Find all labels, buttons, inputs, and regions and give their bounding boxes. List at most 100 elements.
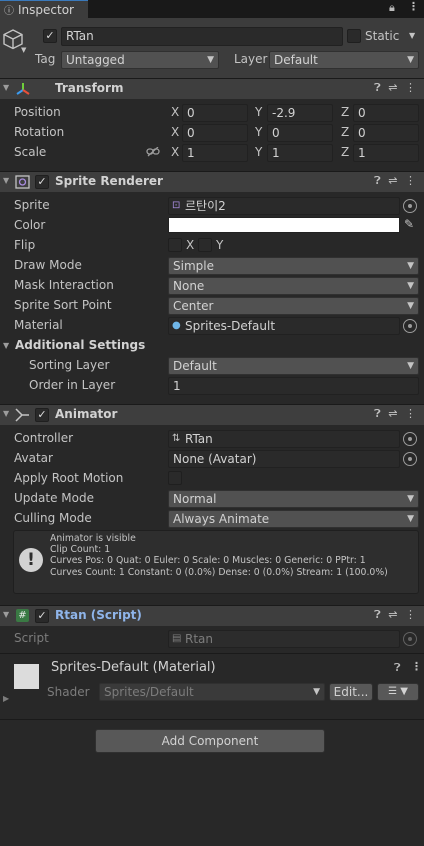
edit-shader-button[interactable]: Edit... bbox=[329, 683, 373, 701]
csharp-script-icon: # bbox=[16, 609, 29, 622]
flip-x-checkbox[interactable] bbox=[168, 238, 182, 252]
object-picker-icon bbox=[403, 632, 417, 646]
order-in-layer-field[interactable]: 1 bbox=[168, 377, 419, 395]
position-x-field[interactable]: 0 bbox=[182, 104, 248, 122]
component-tools[interactable]: ❓︎ ⇌ ⋮ bbox=[374, 174, 418, 188]
axis-z-label[interactable]: Z bbox=[341, 145, 349, 159]
icon-dropdown-arrow[interactable]: ▼ bbox=[21, 46, 26, 54]
kebab-menu-icon: ⋮ bbox=[405, 608, 418, 621]
link-icon[interactable] bbox=[146, 147, 160, 157]
foldout-arrow-icon[interactable]: ▼ bbox=[3, 610, 9, 619]
avatar-label: Avatar bbox=[14, 451, 53, 465]
axis-z-label[interactable]: Z bbox=[341, 105, 349, 119]
update-mode-dropdown[interactable]: Normal ▼ bbox=[168, 490, 419, 508]
foldout-arrow-icon[interactable]: ▼ bbox=[3, 176, 9, 185]
object-picker-icon[interactable] bbox=[403, 452, 417, 466]
info-line: Clip Count: 1 bbox=[50, 544, 111, 556]
animator-title: Animator bbox=[55, 407, 118, 421]
shader-options-button[interactable]: ☰ ▼ bbox=[377, 683, 419, 701]
scale-x-field[interactable]: 1 bbox=[182, 144, 248, 162]
object-picker-icon[interactable] bbox=[403, 432, 417, 446]
script-header[interactable]: ▼ # ✓ Rtan (Script) ❓︎ ⇌ ⋮ bbox=[0, 605, 424, 626]
eyedropper-icon[interactable]: ✎ bbox=[404, 217, 414, 231]
axis-x-label[interactable]: X bbox=[171, 145, 179, 159]
object-picker-icon[interactable] bbox=[403, 319, 417, 333]
axis-y-label[interactable]: Y bbox=[255, 125, 262, 139]
sprite-sort-point-dropdown[interactable]: Center ▼ bbox=[168, 297, 419, 315]
scale-label: Scale bbox=[14, 145, 47, 159]
layer-value: Default bbox=[274, 53, 318, 67]
sprite-field[interactable]: ⊡ 르탄이2 bbox=[168, 197, 400, 215]
additional-settings-foldout[interactable]: Additional Settings bbox=[15, 338, 145, 352]
animator-header[interactable]: ▼ ✓ Animator ❓︎ ⇌ ⋮ bbox=[0, 404, 424, 425]
foldout-arrow-icon[interactable]: ▶ bbox=[3, 694, 9, 703]
help-icon[interactable]: ❓︎ bbox=[394, 661, 401, 675]
rotation-x-field[interactable]: 0 bbox=[182, 124, 248, 142]
component-tools[interactable]: ❓︎ ⇌ ⋮ bbox=[374, 608, 418, 622]
axis-x-label[interactable]: X bbox=[171, 105, 179, 119]
axis-z-label[interactable]: Z bbox=[341, 125, 349, 139]
axis-y-label[interactable]: Y bbox=[255, 105, 262, 119]
rotation-y-field[interactable]: 0 bbox=[267, 124, 333, 142]
draw-mode-value: Simple bbox=[173, 259, 214, 273]
update-mode-value: Normal bbox=[173, 492, 217, 506]
help-icon: ❓︎ bbox=[374, 407, 383, 420]
kebab-menu-icon: ⋮ bbox=[405, 174, 418, 187]
foldout-arrow-icon[interactable]: ▼ bbox=[3, 409, 9, 418]
avatar-field[interactable]: None (Avatar) bbox=[168, 450, 400, 468]
preset-icon: ⇌ bbox=[388, 174, 400, 187]
component-tools[interactable]: ❓︎ ⇌ ⋮ bbox=[374, 407, 418, 421]
active-checkbox[interactable]: ✓ bbox=[43, 29, 57, 43]
material-label: Material bbox=[14, 318, 63, 332]
object-picker-icon[interactable] bbox=[403, 199, 417, 213]
tab-inspector[interactable]: ⓘ Inspector bbox=[0, 0, 88, 18]
help-icon: ❓︎ bbox=[374, 608, 383, 621]
sorting-layer-label: Sorting Layer bbox=[29, 358, 110, 372]
sorting-layer-dropdown[interactable]: Default ▼ bbox=[168, 357, 419, 375]
color-swatch[interactable] bbox=[168, 217, 400, 233]
static-label: Static bbox=[365, 29, 400, 43]
apply-root-motion-checkbox[interactable] bbox=[168, 471, 182, 485]
material-title: Sprites-Default (Material) bbox=[51, 660, 216, 675]
layer-dropdown[interactable]: Default ▼ bbox=[269, 51, 419, 69]
scale-z-field[interactable]: 1 bbox=[353, 144, 419, 162]
rotation-z-field[interactable]: 0 bbox=[353, 124, 419, 142]
object-name-field[interactable]: RTan bbox=[61, 27, 343, 46]
script-value: Rtan bbox=[185, 632, 214, 646]
lock-icon[interactable]: 🔒︎ bbox=[389, 1, 395, 15]
flip-y-checkbox[interactable] bbox=[198, 238, 212, 252]
transform-header[interactable]: ▼ Transform ❓︎ ⇌ ⋮ bbox=[0, 78, 424, 99]
component-tools[interactable]: ❓︎ ⇌ ⋮ bbox=[374, 81, 418, 95]
sprite-renderer-enabled-checkbox[interactable]: ✓ bbox=[35, 175, 49, 189]
culling-mode-label: Culling Mode bbox=[14, 511, 92, 525]
scale-y-field[interactable]: 1 bbox=[267, 144, 333, 162]
static-checkbox[interactable] bbox=[347, 29, 361, 43]
tab-title: Inspector bbox=[18, 3, 74, 17]
sprite-renderer-title: Sprite Renderer bbox=[55, 174, 163, 188]
material-field[interactable]: ● Sprites-Default bbox=[168, 317, 400, 335]
update-mode-label: Update Mode bbox=[14, 491, 94, 505]
culling-mode-dropdown[interactable]: Always Animate ▼ bbox=[168, 510, 419, 528]
position-y-field[interactable]: -2.9 bbox=[267, 104, 333, 122]
mask-interaction-dropdown[interactable]: None ▼ bbox=[168, 277, 419, 295]
foldout-arrow-icon[interactable]: ▼ bbox=[3, 83, 9, 92]
controller-field[interactable]: ⇅ RTan bbox=[168, 430, 400, 448]
kebab-menu-icon[interactable]: ⋮ bbox=[408, 0, 419, 13]
transform-title: Transform bbox=[55, 81, 124, 95]
kebab-menu-icon[interactable]: ⋮ bbox=[411, 660, 422, 673]
foldout-arrow-icon[interactable]: ▼ bbox=[3, 341, 9, 350]
tag-dropdown[interactable]: Untagged ▼ bbox=[61, 51, 219, 69]
static-dropdown-arrow[interactable]: ▼ bbox=[409, 31, 415, 40]
axis-y-label[interactable]: Y bbox=[255, 145, 262, 159]
position-z-field[interactable]: 0 bbox=[353, 104, 419, 122]
shader-dropdown[interactable]: Sprites/Default ▼ bbox=[99, 683, 325, 701]
animator-enabled-checkbox[interactable]: ✓ bbox=[35, 408, 49, 422]
script-enabled-checkbox[interactable]: ✓ bbox=[35, 609, 49, 623]
axis-x-label[interactable]: X bbox=[171, 125, 179, 139]
add-component-button[interactable]: Add Component bbox=[95, 729, 325, 753]
sprite-renderer-header[interactable]: ▼ ✓ Sprite Renderer ❓︎ ⇌ ⋮ bbox=[0, 171, 424, 192]
flip-y-label: Y bbox=[216, 238, 224, 252]
draw-mode-dropdown[interactable]: Simple ▼ bbox=[168, 257, 419, 275]
help-icon: ❓︎ bbox=[374, 174, 383, 187]
sorting-layer-value: Default bbox=[173, 359, 217, 373]
